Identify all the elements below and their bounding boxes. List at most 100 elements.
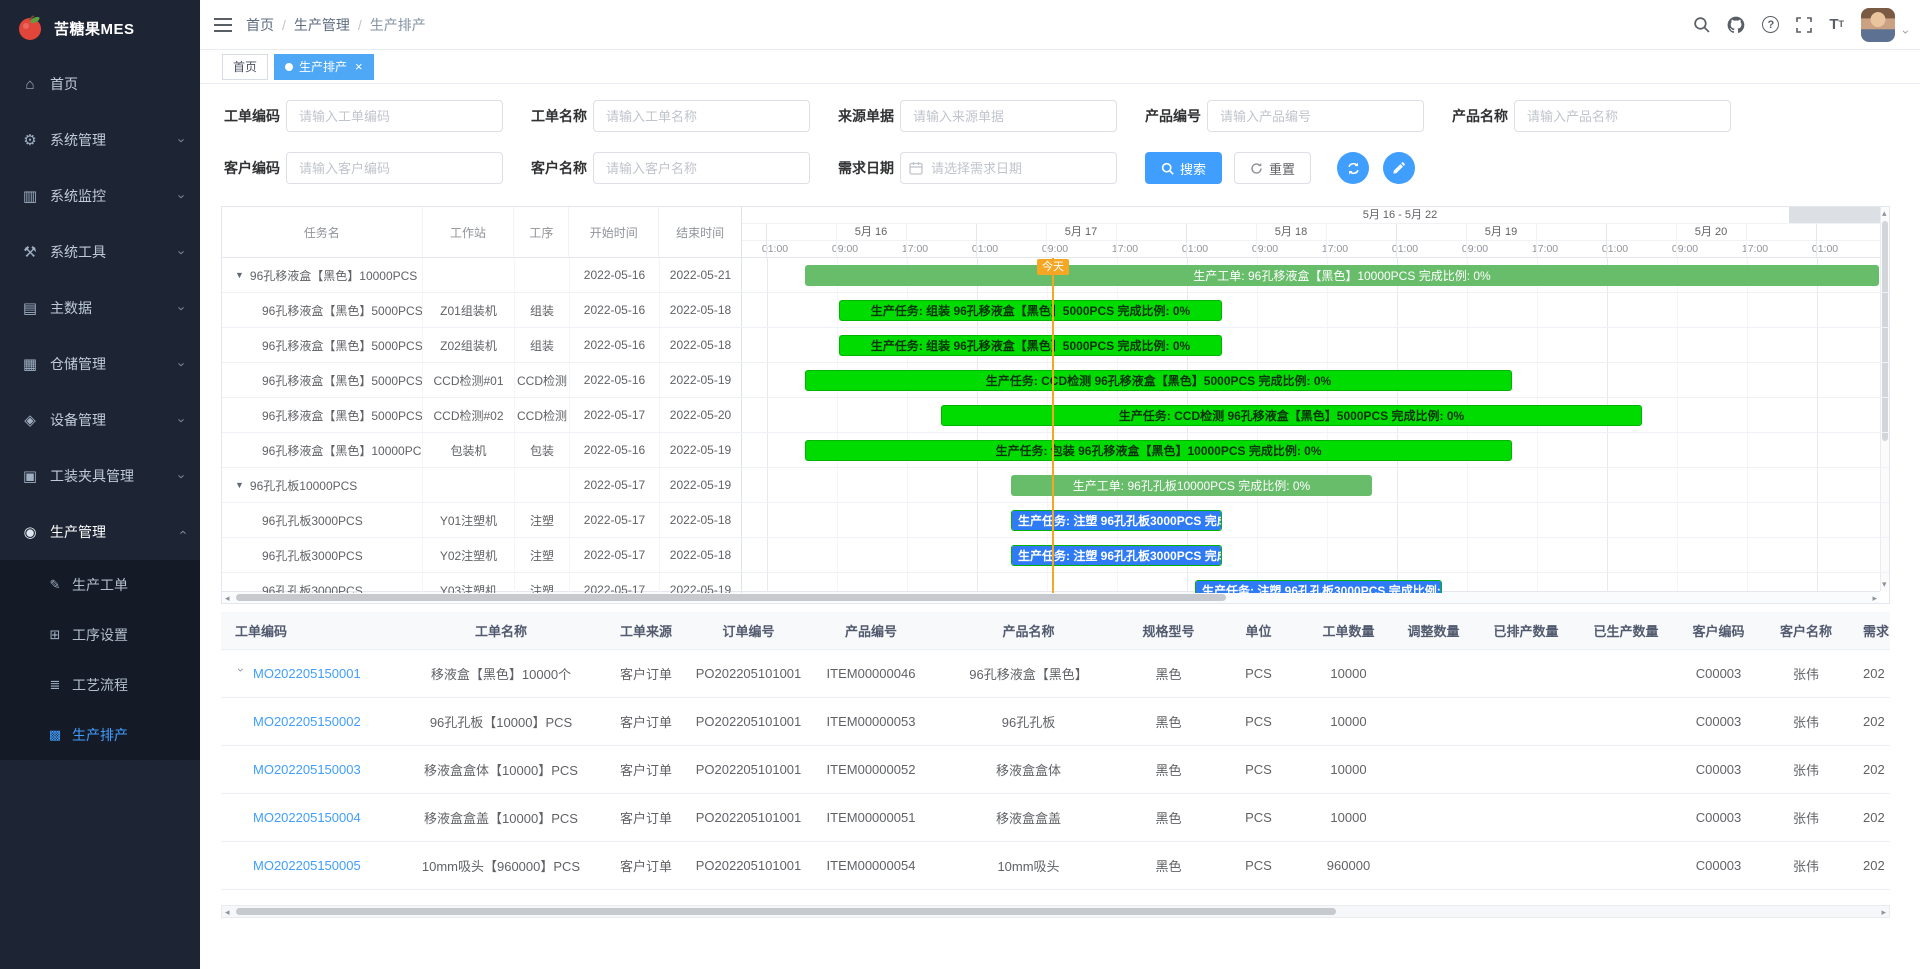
- github-icon[interactable]: [1727, 16, 1745, 34]
- sidebar-item-5[interactable]: ▦仓储管理›: [0, 336, 200, 392]
- scroll-right-icon[interactable]: ▸: [1881, 907, 1886, 918]
- workorder-link[interactable]: MO202205150001: [253, 666, 361, 681]
- refresh-circle-button[interactable]: [1337, 152, 1369, 184]
- task-name-cell: 96孔孔板3000PCS: [222, 538, 423, 572]
- pencil-icon: [1392, 161, 1406, 175]
- gantt-row: 96孔移液盒【黑色】5000PCSZ01组装机组装2022-05-162022-…: [222, 293, 1889, 328]
- timeline-cell: 生产任务: 注塑 96孔孔板3000PCS 完成比例: 0%: [742, 538, 1879, 572]
- gantt-task-bar[interactable]: 生产任务: 包装 96孔移液盒【黑色】10000PCS 完成比例: 0%: [805, 440, 1512, 461]
- gantt-workorder-bar[interactable]: 生产工单: 96孔孔板10000PCS 完成比例: 0%: [1011, 475, 1372, 496]
- workorder-link[interactable]: MO202205150005: [253, 858, 361, 873]
- sidebar-subitem-8-3[interactable]: ▩生产排产: [0, 710, 200, 760]
- filter-label: 工单编码: [224, 106, 286, 126]
- gantt-column-header: 工序: [514, 207, 569, 257]
- filter-row-1: 工单编码 工单名称 来源单据 产品编号 产品名称: [200, 100, 1759, 132]
- fullscreen-icon[interactable]: [1796, 17, 1812, 33]
- close-icon[interactable]: ×: [355, 60, 363, 73]
- breadcrumb-production[interactable]: 生产管理: [294, 15, 350, 35]
- gantt-day-label: 5月 16: [855, 224, 887, 241]
- scrollbar-thumb[interactable]: [236, 908, 1336, 915]
- product-name-input[interactable]: [1514, 100, 1731, 132]
- avatar[interactable]: [1861, 8, 1895, 42]
- source-doc-input[interactable]: [900, 100, 1117, 132]
- scrollbar-thumb[interactable]: [236, 594, 1226, 601]
- chevron-down-icon: ›: [174, 138, 189, 142]
- sidebar-item-8[interactable]: ◉生产管理›: [0, 504, 200, 560]
- sync-icon: [1346, 161, 1361, 176]
- workstation-cell: Y01注塑机: [423, 503, 515, 537]
- gantt-task-bar[interactable]: 生产任务: 注塑 96孔孔板3000PCS 完成比例: 0%: [1011, 510, 1222, 531]
- breadcrumb-home[interactable]: 首页: [246, 15, 274, 35]
- scroll-right-icon[interactable]: ▸: [1872, 593, 1877, 604]
- table-cell: ITEM00000046: [811, 649, 931, 697]
- gantt-task-bar[interactable]: 生产任务: 组装 96孔移液盒【黑色】5000PCS 完成比例: 0%: [839, 300, 1222, 321]
- sidebar-item-2[interactable]: ▥系统监控›: [0, 168, 200, 224]
- database-icon: ▤: [20, 299, 40, 317]
- end-time-cell: 2022-05-19: [660, 363, 742, 397]
- sidebar-subitem-label: 生产排产: [72, 725, 128, 745]
- sidebar-item-1[interactable]: ⚙系统管理›: [0, 112, 200, 168]
- search-icon[interactable]: [1693, 16, 1710, 33]
- expand-caret-icon[interactable]: ›: [234, 668, 248, 680]
- workorder-code-input[interactable]: [286, 100, 503, 132]
- table-row: MO20220515000296孔孔板【10000】PCS客户订单PO20220…: [221, 697, 1890, 745]
- sidebar-subitem-8-0[interactable]: ✎生产工单: [0, 560, 200, 610]
- reset-button[interactable]: 重置: [1234, 152, 1311, 184]
- process-cell: 包装: [515, 433, 570, 467]
- scroll-up-icon[interactable]: ▴: [1882, 208, 1887, 219]
- customer-name-input[interactable]: [593, 152, 810, 184]
- table-cell: 客户订单: [606, 793, 686, 841]
- table-column-header: 产品编号: [811, 612, 931, 649]
- start-time-cell: 2022-05-16: [570, 433, 660, 467]
- app-logo-icon: [16, 14, 44, 42]
- sidebar-subitem-8-2[interactable]: ≣工艺流程: [0, 660, 200, 710]
- sidebar-item-7[interactable]: ▣工装夹具管理›: [0, 448, 200, 504]
- collapse-triangle-icon[interactable]: ▼: [235, 270, 244, 280]
- sidebar-subitem-8-1[interactable]: ⊞工序设置: [0, 610, 200, 660]
- sidebar-toggle-icon[interactable]: [200, 18, 246, 32]
- edit-circle-button[interactable]: [1383, 152, 1415, 184]
- gantt-task-bar[interactable]: 生产任务: 组装 96孔移液盒【黑色】5000PCS 完成比例: 0%: [839, 335, 1222, 356]
- search-button[interactable]: 搜索: [1145, 152, 1222, 184]
- scroll-left-icon[interactable]: ◂: [225, 907, 230, 918]
- start-time-cell: 2022-05-16: [570, 293, 660, 327]
- table-column-header: 调整数量: [1391, 612, 1476, 649]
- workorder-link[interactable]: MO202205150002: [253, 714, 361, 729]
- task-name-cell: ▼96孔孔板10000PCS: [222, 468, 423, 502]
- workorder-link[interactable]: MO202205150004: [253, 810, 361, 825]
- gantt-workorder-bar[interactable]: 生产工单: 96孔移液盒【黑色】10000PCS 完成比例: 0%: [805, 265, 1879, 286]
- font-size-icon[interactable]: TT: [1829, 17, 1844, 32]
- orders-table: 工单编码工单名称工单来源订单编号产品编号产品名称规格型号单位工单数量调整数量已排…: [221, 612, 1890, 890]
- start-time-cell: 2022-05-17: [570, 503, 660, 537]
- workorder-link[interactable]: MO202205150003: [253, 762, 361, 777]
- gantt-task-bar[interactable]: 生产任务: 注塑 96孔孔板3000PCS 完成比例: 0%: [1195, 580, 1442, 593]
- workorder-name-input[interactable]: [593, 100, 810, 132]
- table-cell: 202: [1851, 793, 1890, 841]
- chevron-down-icon[interactable]: ›: [1899, 30, 1913, 34]
- tab-1[interactable]: 生产排产×: [274, 54, 374, 80]
- gantt-row: 96孔孔板3000PCSY02注塑机注塑2022-05-172022-05-18…: [222, 538, 1889, 573]
- timeline-cell: 生产任务: 包装 96孔移液盒【黑色】10000PCS 完成比例: 0%: [742, 433, 1879, 467]
- tab-0[interactable]: 首页: [222, 54, 268, 80]
- gantt-row: 96孔移液盒【黑色】5000PCSCCD检测#01CCD检测2022-05-16…: [222, 363, 1889, 398]
- gantt-task-bar[interactable]: 生产任务: 注塑 96孔孔板3000PCS 完成比例: 0%: [1011, 545, 1222, 566]
- app-logo[interactable]: 苦糖果MES: [0, 0, 200, 56]
- table-horizontal-scrollbar[interactable]: ◂ ▸: [221, 905, 1890, 918]
- collapse-triangle-icon[interactable]: ▼: [235, 480, 244, 490]
- sidebar-item-0[interactable]: ⌂首页: [0, 56, 200, 112]
- help-icon[interactable]: ?: [1762, 16, 1779, 33]
- sidebar-item-3[interactable]: ⚒系统工具›: [0, 224, 200, 280]
- table-cell: 移液盒盒体【10000】PCS: [396, 745, 606, 793]
- customer-code-input[interactable]: [286, 152, 503, 184]
- gantt-column-header: 任务名: [222, 207, 423, 257]
- sidebar-item-4[interactable]: ▤主数据›: [0, 280, 200, 336]
- demand-date-input[interactable]: [900, 152, 1117, 184]
- sidebar-item-6[interactable]: ◈设备管理›: [0, 392, 200, 448]
- gantt-task-bar[interactable]: 生产任务: CCD检测 96孔移液盒【黑色】5000PCS 完成比例: 0%: [805, 370, 1512, 391]
- table-cell: 202: [1851, 745, 1890, 793]
- table-column-header: 客户名称: [1761, 612, 1851, 649]
- scroll-left-icon[interactable]: ◂: [225, 593, 230, 604]
- product-code-input[interactable]: [1207, 100, 1424, 132]
- process-cell: 组装: [515, 328, 570, 362]
- gantt-task-bar[interactable]: 生产任务: CCD检测 96孔移液盒【黑色】5000PCS 完成比例: 0%: [941, 405, 1642, 426]
